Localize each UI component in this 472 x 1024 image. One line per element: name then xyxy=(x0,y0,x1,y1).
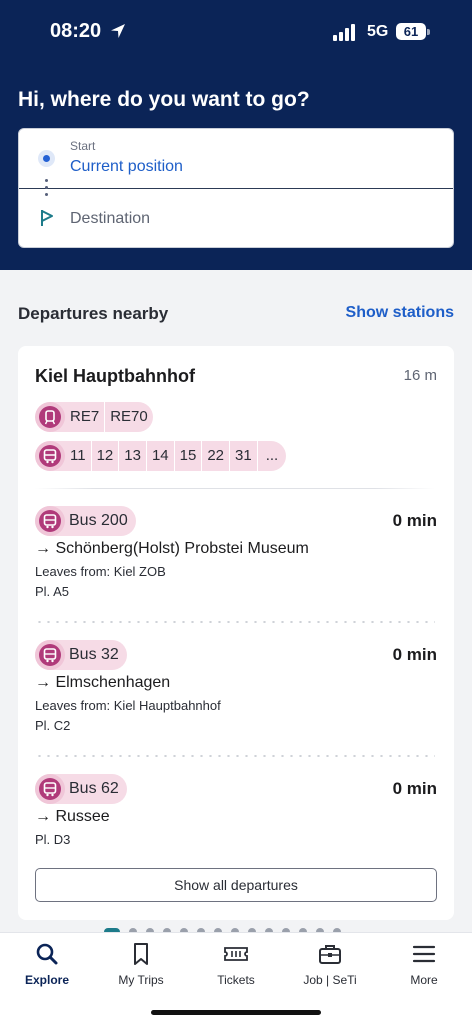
departure-time: 0 min xyxy=(392,645,437,664)
route-connector xyxy=(45,179,48,199)
home-indicator xyxy=(151,1010,321,1015)
dotted-divider xyxy=(35,621,435,623)
tab-my-trips[interactable]: My Trips xyxy=(96,941,186,987)
line-badge: Bus 62 xyxy=(35,774,127,804)
status-time: 08:20 xyxy=(50,20,102,42)
search-icon xyxy=(36,943,58,965)
dotted-divider xyxy=(35,755,435,757)
line-chip: 11 xyxy=(70,447,86,464)
line-chip: 14 xyxy=(145,441,174,471)
train-icon xyxy=(35,402,65,432)
trip-search-card: Start Current position Destination xyxy=(18,128,454,248)
flag-icon xyxy=(41,210,53,226)
line-chip: 12 xyxy=(90,441,119,471)
start-label: Start xyxy=(70,139,96,153)
departure-item[interactable]: Bus 32 0 min → Elmschenhagen Leaves from… xyxy=(35,640,437,740)
departure-time: 0 min xyxy=(392,779,437,798)
greeting-title: Hi, where do you want to go? xyxy=(18,88,310,111)
departure-direction: → Schönberg(Holst) Probstei Museum xyxy=(35,540,309,557)
briefcase-icon xyxy=(319,945,341,964)
ticket-icon xyxy=(224,947,248,961)
tab-explore[interactable]: Explore xyxy=(2,941,92,987)
line-label: Bus 62 xyxy=(69,780,119,797)
bookmark-icon xyxy=(134,943,148,965)
header: 08:20 5G 61 Hi, where do you want to go?… xyxy=(0,0,472,270)
line-chip: 15 xyxy=(173,441,202,471)
departure-platform: Pl. A5 xyxy=(35,584,69,599)
line-chip: 31 xyxy=(229,441,257,471)
show-all-departures-button[interactable]: Show all departures xyxy=(35,868,437,902)
station-card[interactable]: Kiel Hauptbahnhof 16 m RE7 RE70 11 12 13… xyxy=(18,346,454,920)
destination-input[interactable]: Destination xyxy=(70,210,150,228)
line-badge: Bus 200 xyxy=(35,506,136,536)
departure-stop: Leaves from: Kiel Hauptbahnhof xyxy=(35,698,221,713)
departure-item[interactable]: Bus 200 0 min → Schönberg(Holst) Probste… xyxy=(35,506,437,606)
line-label: Bus 32 xyxy=(69,646,119,663)
tab-tickets[interactable]: Tickets xyxy=(191,941,281,987)
divider xyxy=(35,488,435,489)
tab-job-seti[interactable]: Job | SeTi xyxy=(285,941,375,987)
departure-stop: Leaves from: Kiel ZOB xyxy=(35,564,166,579)
bus-icon xyxy=(35,640,65,670)
bus-icon xyxy=(35,441,65,471)
menu-icon xyxy=(412,945,436,963)
line-chip: RE70 xyxy=(104,402,153,432)
battery-icon: 61 xyxy=(396,23,426,40)
line-label: Bus 200 xyxy=(69,512,128,529)
line-badge: Bus 32 xyxy=(35,640,127,670)
departures-nearby-title: Departures nearby xyxy=(18,304,169,323)
network-type: 5G xyxy=(367,23,389,40)
battery-tip xyxy=(427,29,430,35)
line-chip: 22 xyxy=(201,441,229,471)
departure-item[interactable]: Bus 62 0 min → Russee Pl. D3 xyxy=(35,774,437,854)
current-position-icon xyxy=(38,150,55,167)
tab-label: Explore xyxy=(24,973,69,987)
start-value: Current position xyxy=(70,158,183,175)
start-field[interactable]: Start Current position xyxy=(19,129,453,189)
departure-platform: Pl. C2 xyxy=(35,718,71,733)
departure-direction: → Russee xyxy=(35,808,110,825)
show-stations-link[interactable]: Show stations xyxy=(346,304,454,322)
status-bar: 08:20 5G 61 xyxy=(0,0,472,64)
bus-icon xyxy=(35,774,65,804)
bus-lines: 11 12 13 14 15 22 31 ... xyxy=(35,441,287,471)
line-chip: 13 xyxy=(118,441,146,471)
tab-label: Job | SeTi xyxy=(303,973,357,987)
tab-label: My Trips xyxy=(118,973,164,987)
location-arrow-icon xyxy=(111,24,125,38)
line-chip: ... xyxy=(256,441,287,471)
tab-label: Tickets xyxy=(217,973,255,987)
station-name: Kiel Hauptbahnhof xyxy=(35,366,195,386)
tab-more[interactable]: More xyxy=(379,941,469,987)
line-chip: RE7 xyxy=(70,408,100,425)
tab-label: More xyxy=(410,973,438,987)
departure-direction: → Elmschenhagen xyxy=(35,674,171,691)
departure-platform: Pl. D3 xyxy=(35,832,71,847)
bus-icon xyxy=(35,506,65,536)
departure-time: 0 min xyxy=(392,511,437,530)
station-distance: 16 m xyxy=(403,367,437,384)
train-lines: RE7 RE70 xyxy=(35,402,153,432)
signal-icon xyxy=(333,23,359,41)
